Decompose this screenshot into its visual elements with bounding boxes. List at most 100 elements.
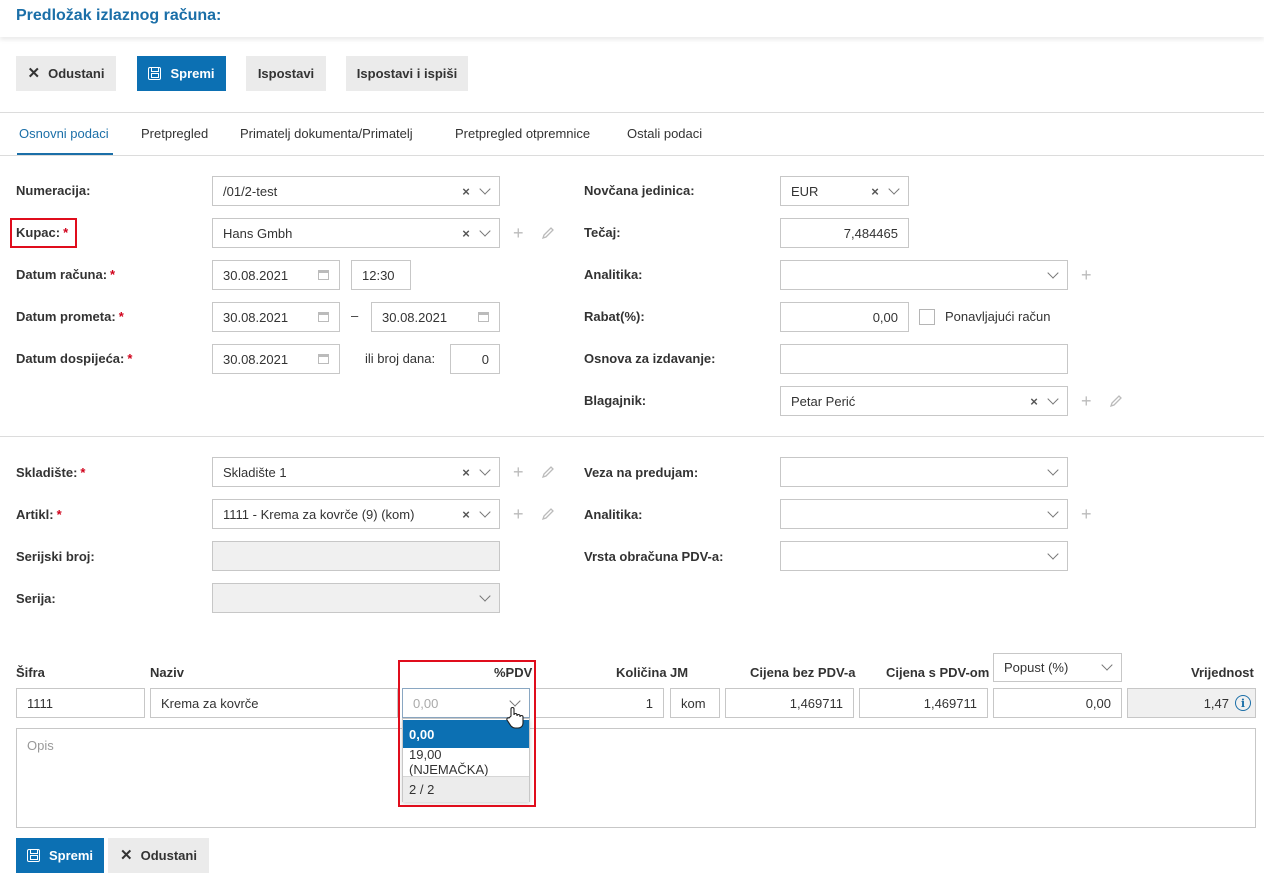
clear-icon[interactable]: ×	[461, 226, 471, 241]
clear-icon[interactable]: ×	[461, 465, 471, 480]
datum-racuna-label: Datum računa: *	[16, 267, 115, 282]
divider	[0, 436, 1264, 437]
close-icon: ✕	[120, 847, 133, 864]
edit-skladiste-icon[interactable]	[541, 465, 555, 479]
serija-select[interactable]	[212, 583, 500, 613]
item-naziv-input[interactable]: Krema za kovrče	[150, 688, 398, 718]
tecaj-value: 7,484465	[843, 225, 898, 241]
analitika-bottom-select[interactable]	[780, 499, 1068, 529]
vrijeme-input[interactable]: 12:30	[351, 260, 411, 290]
tab-primatelj[interactable]: Primatelj dokumenta/Primatelj	[240, 126, 413, 141]
issue-print-button[interactable]: Ispostavi i ispiši	[346, 56, 468, 91]
datum-prometa-od-input[interactable]: 30.08.2021	[212, 302, 340, 332]
chevron-down-icon[interactable]	[1101, 659, 1113, 671]
item-kolicina-input[interactable]: 1	[534, 688, 664, 718]
chevron-down-icon[interactable]	[479, 589, 491, 602]
skladiste-label: Skladište: *	[16, 465, 85, 480]
tab-pretpregled-otpremnice[interactable]: Pretpregled otpremnice	[455, 126, 590, 141]
chevron-down-icon[interactable]	[1047, 392, 1059, 405]
clear-icon[interactable]: ×	[1029, 394, 1039, 409]
kupac-label-text: Kupac:	[16, 225, 61, 240]
vrsta-pdv-label: Vrsta obračuna PDV-a:	[584, 549, 724, 564]
item-popust-input[interactable]: 0,00	[993, 688, 1122, 718]
novcana-jedinica-value: EUR	[791, 183, 819, 199]
edit-blagajnik-icon[interactable]	[1109, 394, 1123, 408]
edit-kupac-icon[interactable]	[541, 226, 555, 240]
issue-button[interactable]: Ispostavi	[246, 56, 326, 91]
chevron-down-icon[interactable]	[1047, 463, 1059, 476]
chevron-down-icon[interactable]	[1047, 266, 1059, 279]
clear-icon[interactable]: ×	[461, 184, 471, 199]
kupac-select[interactable]: Hans Gmbh ×	[212, 218, 500, 248]
item-sifra-input[interactable]: 1111	[16, 688, 145, 718]
chevron-down-icon[interactable]	[479, 463, 491, 476]
broj-dana-label: ili broj dana:	[365, 351, 436, 366]
info-icon[interactable]: i	[1235, 695, 1251, 711]
chevron-down-icon[interactable]	[479, 182, 491, 195]
cancel-button-label: Odustani	[48, 66, 105, 81]
datum-prometa-do-input[interactable]: 30.08.2021	[371, 302, 500, 332]
datum-dospijeca-label-text: Datum dospijeća:	[16, 351, 125, 366]
add-skladiste-icon[interactable]: +	[513, 463, 524, 481]
tab-osnovni-podaci[interactable]: Osnovni podaci	[19, 126, 109, 141]
skladiste-select[interactable]: Skladište 1 ×	[212, 457, 500, 487]
popust-type-select[interactable]: Popust (%)	[993, 653, 1122, 682]
footer-save-button[interactable]: Spremi	[16, 838, 104, 873]
novcana-jedinica-select[interactable]: EUR ×	[780, 176, 909, 206]
ponavljajuci-racun-label: Ponavljajući račun	[945, 309, 1051, 324]
calendar-icon[interactable]	[478, 312, 489, 322]
veza-predujam-select[interactable]	[780, 457, 1068, 487]
tecaj-input[interactable]: 7,484465	[780, 218, 909, 248]
add-artikl-icon[interactable]: +	[513, 505, 524, 523]
ponavljajuci-racun-checkbox[interactable]	[919, 309, 935, 325]
artikl-select[interactable]: 1111 - Krema za kovrče (9) (kom) ×	[212, 499, 500, 529]
datum-prometa-label: Datum prometa: *	[16, 309, 124, 324]
add-kupac-icon[interactable]: +	[513, 224, 524, 242]
calendar-icon[interactable]	[318, 270, 329, 280]
datum-dospijeca-input[interactable]: 30.08.2021	[212, 344, 340, 374]
edit-artikl-icon[interactable]	[541, 507, 555, 521]
item-vrijednost-value: 1,47	[1203, 695, 1229, 711]
required-marker: *	[110, 267, 116, 282]
add-blagajnik-icon[interactable]: +	[1081, 392, 1092, 410]
chevron-down-icon[interactable]	[479, 505, 491, 518]
tab-ostali-podaci[interactable]: Ostali podaci	[627, 126, 702, 141]
opis-placeholder: Opis	[27, 738, 54, 753]
footer-cancel-button[interactable]: ✕ Odustani	[108, 838, 209, 873]
calendar-icon[interactable]	[318, 312, 329, 322]
novcana-jedinica-label: Novčana jedinica:	[584, 183, 695, 198]
numeracija-value: /01/2-test	[223, 183, 278, 199]
datum-racuna-label-text: Datum računa:	[16, 267, 108, 282]
chevron-down-icon[interactable]	[479, 224, 491, 237]
rabat-value: 0,00	[872, 309, 898, 325]
datum-racuna-input[interactable]: 30.08.2021	[212, 260, 340, 290]
save-button[interactable]: Spremi	[137, 56, 226, 91]
opis-textarea[interactable]: Opis	[16, 728, 1256, 828]
chevron-down-icon[interactable]	[888, 182, 900, 195]
clear-icon[interactable]: ×	[870, 184, 880, 199]
calendar-icon[interactable]	[318, 354, 329, 364]
vrsta-pdv-select[interactable]	[780, 541, 1068, 571]
chevron-down-icon[interactable]	[1047, 547, 1059, 560]
tab-pretpregled[interactable]: Pretpregled	[141, 126, 208, 141]
add-analitika-icon[interactable]: +	[1081, 266, 1092, 284]
pdv-highlight-box	[398, 660, 536, 807]
analitika-select[interactable]	[780, 260, 1068, 290]
serijski-broj-input[interactable]	[212, 541, 500, 571]
item-kolicina-value: 1	[645, 695, 653, 711]
datum-prometa-do-value: 30.08.2021	[382, 309, 448, 325]
broj-dana-input[interactable]: 0	[450, 344, 500, 374]
item-cijena-s-input[interactable]: 1,469711	[859, 688, 988, 718]
clear-icon[interactable]: ×	[461, 507, 471, 522]
add-analitika-icon[interactable]: +	[1081, 505, 1092, 523]
numeracija-select[interactable]: /01/2-test ×	[212, 176, 500, 206]
item-cijena-bez-input[interactable]: 1,469711	[725, 688, 854, 718]
cancel-button[interactable]: ✕ Odustani	[16, 56, 116, 91]
item-jm-input[interactable]: kom	[670, 688, 720, 718]
col-sifra-header: Šifra	[16, 665, 45, 680]
osnova-input[interactable]	[780, 344, 1068, 374]
rabat-input[interactable]: 0,00	[780, 302, 909, 332]
popust-type-value: Popust (%)	[1004, 660, 1069, 675]
blagajnik-select[interactable]: Petar Perić ×	[780, 386, 1068, 416]
chevron-down-icon[interactable]	[1047, 505, 1059, 518]
